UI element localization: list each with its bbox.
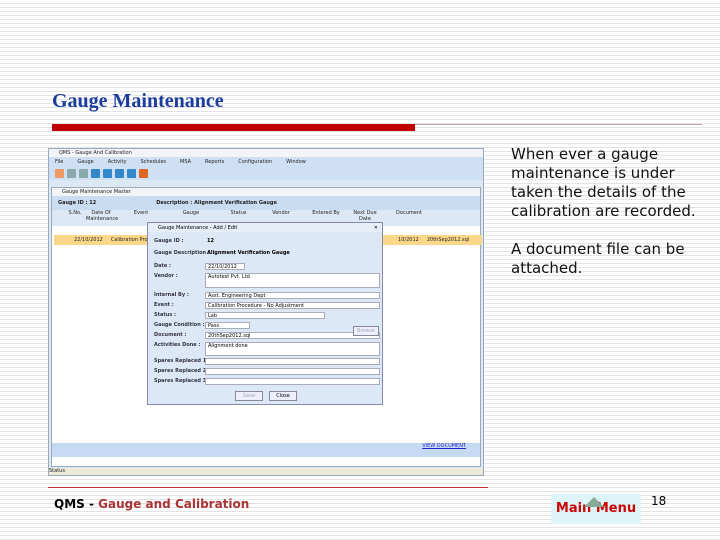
add-icon[interactable] <box>55 168 64 178</box>
exit-icon[interactable] <box>139 168 148 178</box>
footer-name: Gauge and Calibration <box>98 497 250 511</box>
dialog-title: Gauge Maintenance - Add / Edit <box>158 224 238 231</box>
edit-icon[interactable] <box>67 168 76 178</box>
col-document[interactable]: Document <box>379 210 439 226</box>
toolbar <box>49 166 483 180</box>
menu-msa[interactable]: MSA <box>180 159 191 165</box>
field-label: Internal By : <box>154 292 189 298</box>
last-icon[interactable] <box>127 168 136 178</box>
menu-schedules[interactable]: Schedules <box>140 159 166 165</box>
maintenance-dialog: Gauge Maintenance - Add / Edit ✕ Gauge ID… <box>147 222 383 405</box>
gauge-id: 12 <box>89 200 97 206</box>
footer-divider <box>48 487 488 488</box>
first-icon[interactable] <box>91 168 100 178</box>
prev-icon[interactable] <box>103 168 112 178</box>
page-number: 18 <box>651 494 667 508</box>
row-date: 22/10/2012 <box>74 237 103 243</box>
gauge-header: Gauge ID : 12 Description : Alignment Ve… <box>52 196 480 210</box>
footer-separator: - <box>84 497 99 511</box>
child-title: Gauge Maintenance Master <box>52 188 480 196</box>
field-input[interactable]: Pass <box>205 322 250 329</box>
next-icon[interactable] <box>115 168 124 178</box>
footer-text: QMS - Gauge and Calibration <box>54 497 249 511</box>
slide-title: Gauge Maintenance <box>52 90 224 112</box>
field-input[interactable]: Alignment done <box>205 342 380 356</box>
window-title: QMS - Gauge And Calibration <box>49 149 483 157</box>
menu-bar: File Gauge Activity Schedules MSA Report… <box>49 157 483 166</box>
delete-icon[interactable] <box>79 168 88 178</box>
col-sno[interactable]: S.No. <box>64 210 86 226</box>
title-accent-bar <box>52 124 415 131</box>
up-arrow-icon <box>584 497 604 507</box>
row-next-due: 10/2012 <box>398 237 419 243</box>
field-label: Event : <box>154 302 174 308</box>
field-value: 12 <box>207 238 214 244</box>
description-label: Description : <box>156 200 193 206</box>
field-input[interactable] <box>205 358 380 365</box>
field-label: Gauge Condition : <box>154 322 205 328</box>
menu-activity[interactable]: Activity <box>108 159 127 165</box>
field-value: Alignment Verification Gauge <box>207 250 290 256</box>
field-label: Spares Replaced 2 : <box>154 368 210 374</box>
field-label: Spares Replaced 1 : <box>154 358 210 364</box>
field-label: Document : <box>154 332 187 338</box>
close-icon[interactable]: ✕ <box>374 225 378 231</box>
field-input[interactable]: Calibration Procedure - No Adjustment <box>205 302 380 309</box>
description-paragraph: A document file can be attached. <box>511 240 685 277</box>
field-label: Spares Replaced 3 : <box>154 378 210 384</box>
col-date[interactable]: Date Of Maintenance <box>86 210 118 226</box>
footer-prefix: QMS <box>54 497 85 511</box>
gauge-id-label: Gauge ID : <box>58 200 88 206</box>
field-input[interactable] <box>205 368 380 375</box>
close-button[interactable]: Close <box>269 391 297 401</box>
field-label: Activities Done : <box>154 342 201 348</box>
menu-window[interactable]: Window <box>286 159 306 165</box>
row-document: 20thSep2012.sql <box>426 237 470 243</box>
description-paragraph: When ever a gauge maintenance is under t… <box>511 145 696 220</box>
field-label: Gauge ID : <box>154 238 184 244</box>
view-document-link[interactable]: VIEW DOCUMENT <box>52 443 480 457</box>
field-input[interactable]: Autotest Pvt. Ltd <box>205 273 380 288</box>
field-input[interactable] <box>205 378 380 385</box>
field-label: Date : <box>154 263 172 269</box>
browse-button[interactable]: Browse <box>353 326 379 336</box>
menu-reports[interactable]: Reports <box>205 159 224 165</box>
field-input[interactable]: Lab <box>205 312 325 319</box>
field-input[interactable]: Asst. Engineering Dept <box>205 292 380 299</box>
field-label: Gauge Description : <box>154 250 210 256</box>
description-text: When ever a gauge maintenance is under t… <box>511 145 711 297</box>
save-button[interactable]: Save <box>235 391 263 401</box>
field-input[interactable]: 22/10/2012 <box>205 263 245 270</box>
menu-file[interactable]: File <box>55 159 63 165</box>
menu-gauge[interactable]: Gauge <box>77 159 93 165</box>
field-label: Vendor : <box>154 273 178 279</box>
field-label: Status : <box>154 312 177 318</box>
menu-configuration[interactable]: Configuration <box>238 159 272 165</box>
status-bar: Status <box>49 468 483 475</box>
description: Alignment Verification Gauge <box>194 200 277 206</box>
